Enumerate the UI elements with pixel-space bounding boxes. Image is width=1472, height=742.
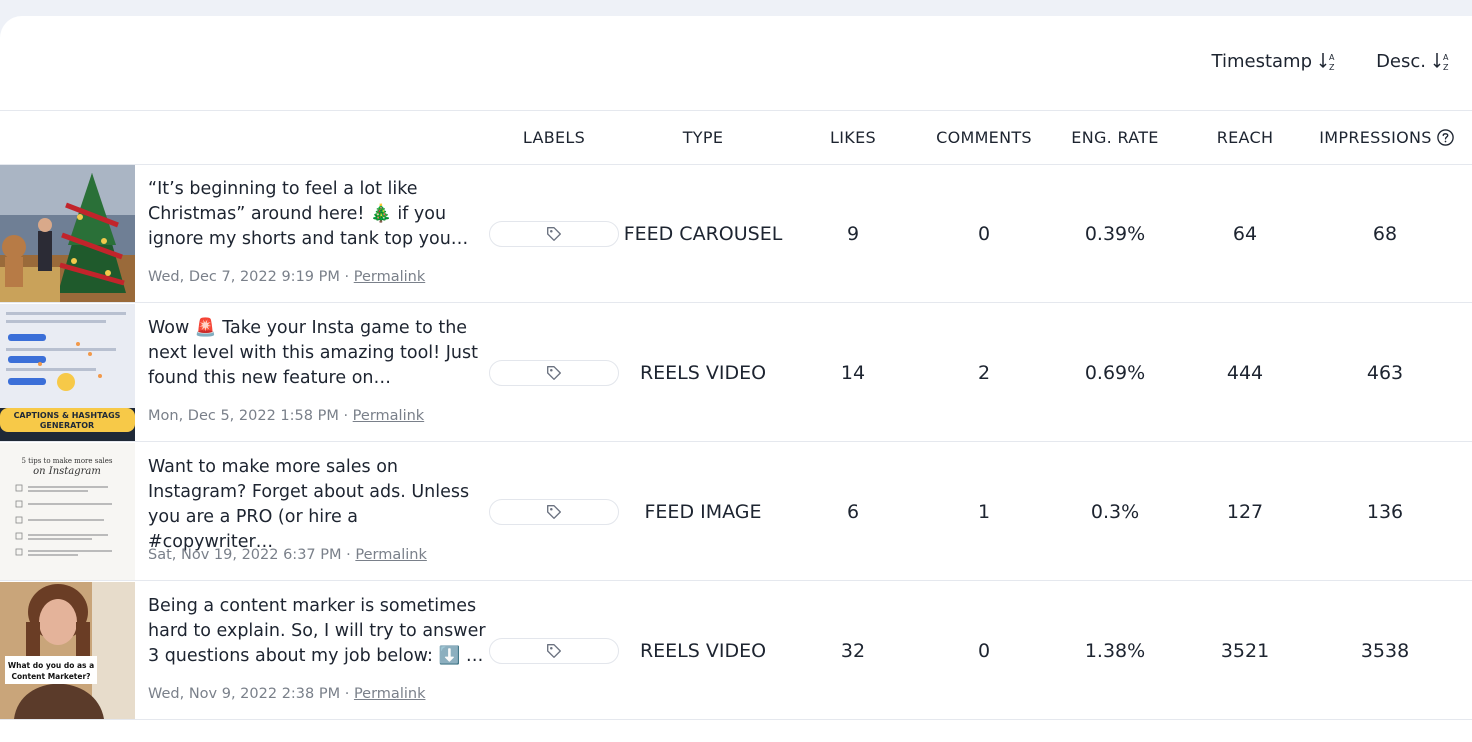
sort-az-icon: A Z <box>1319 53 1335 72</box>
sort-direction-label: Desc. <box>1376 50 1426 72</box>
post-impressions: 463 <box>1366 361 1404 384</box>
post-reach: 64 <box>1232 222 1258 245</box>
add-label-button[interactable] <box>489 638 619 664</box>
column-header-likes[interactable]: LIKES <box>800 110 906 164</box>
post-meta: Wed, Nov 9, 2022 2:38 PM · Permalink <box>148 686 425 702</box>
post-caption: “It’s beginning to feel a lot like Chris… <box>148 179 469 249</box>
post-reach: 127 <box>1226 500 1264 523</box>
post-eng-rate: 0.3% <box>1090 500 1140 523</box>
meta-separator: · <box>340 686 354 702</box>
table-header: LABELS TYPE LIKES COMMENTS ENG. RATE REA… <box>0 110 1472 164</box>
post-thumbnail[interactable]: CAPTIONS & HASHTAGS GENERATOR <box>0 304 135 441</box>
post-likes: 32 <box>840 639 866 662</box>
post-thumbnail[interactable]: What do you do as a Content Marketer? <box>0 582 135 719</box>
post-caption: Want to make more sales on Instagram? Fo… <box>148 457 470 552</box>
column-header-type[interactable]: TYPE <box>620 110 786 164</box>
posts-table-card: Timestamp A Z Desc. A Z LABELS TYPE LIKE… <box>0 16 1472 742</box>
post-thumbnail-image: 5 tips to make more sales on Instagram <box>0 443 135 580</box>
post-likes: 9 <box>846 222 860 245</box>
tag-icon <box>547 227 561 241</box>
post-thumbnail-image: CAPTIONS & HASHTAGS GENERATOR <box>0 304 135 441</box>
permalink-link[interactable]: Permalink <box>354 269 426 285</box>
sort-by-label: Timestamp <box>1211 50 1312 72</box>
add-label-button[interactable] <box>489 360 619 386</box>
post-meta: Sat, Nov 19, 2022 6:37 PM · Permalink <box>148 547 427 563</box>
sort-az-icon: A Z <box>1433 53 1449 72</box>
post-comments: 0 <box>977 222 991 245</box>
thumbnail-text: Content Marketer? <box>11 672 90 681</box>
post-thumbnail[interactable] <box>0 165 135 302</box>
svg-text:Z: Z <box>1329 63 1335 72</box>
post-impressions: 3538 <box>1360 639 1410 662</box>
post-thumbnail-image <box>0 165 135 302</box>
tag-icon <box>547 505 561 519</box>
post-type: FEED CAROUSEL <box>623 222 783 245</box>
column-header-eng-rate[interactable]: ENG. RATE <box>1060 110 1170 164</box>
post-eng-rate: 1.38% <box>1084 639 1146 662</box>
column-header-impressions-label: IMPRESSIONS <box>1319 127 1432 147</box>
post-comments: 0 <box>977 639 991 662</box>
sort-direction-button[interactable]: Desc. A Z <box>1376 50 1454 73</box>
meta-separator: · <box>339 269 354 285</box>
thumbnail-text: GENERATOR <box>40 421 94 430</box>
post-likes: 6 <box>846 500 860 523</box>
post-eng-rate: 0.39% <box>1084 222 1146 245</box>
add-label-button[interactable] <box>489 499 619 525</box>
thumbnail-text: CAPTIONS & HASHTAGS <box>14 411 121 420</box>
thumbnail-text: 5 tips to make more sales <box>21 457 112 465</box>
post-reach: 3521 <box>1220 639 1270 662</box>
post-likes: 14 <box>840 361 866 384</box>
table-row[interactable]: What do you do as a Content Marketer? Be… <box>0 582 1472 720</box>
post-thumbnail-image: What do you do as a Content Marketer? <box>0 582 135 719</box>
column-header-reach[interactable]: REACH <box>1190 110 1300 164</box>
post-date: Wed, Dec 7, 2022 9:19 PM <box>148 269 340 285</box>
post-type: FEED IMAGE <box>644 500 762 523</box>
column-header-labels[interactable]: LABELS <box>489 110 619 164</box>
question-circle-icon[interactable] <box>1436 128 1455 147</box>
meta-separator: · <box>338 408 353 424</box>
table-row[interactable]: “It’s beginning to feel a lot like Chris… <box>0 165 1472 303</box>
post-eng-rate: 0.69% <box>1084 361 1146 384</box>
permalink-link[interactable]: Permalink <box>353 408 425 424</box>
table-row[interactable]: CAPTIONS & HASHTAGS GENERATOR Wow 🚨 Take… <box>0 304 1472 442</box>
tag-icon <box>547 366 561 380</box>
post-date: Wed, Nov 9, 2022 2:38 PM <box>148 686 341 702</box>
svg-text:Z: Z <box>1443 63 1449 72</box>
post-comments: 2 <box>977 361 991 384</box>
post-caption: Being a content marker is sometimes hard… <box>148 596 486 666</box>
post-meta: Wed, Dec 7, 2022 9:19 PM · Permalink <box>148 269 425 285</box>
column-header-impressions[interactable]: IMPRESSIONS <box>1312 110 1462 164</box>
post-date: Mon, Dec 5, 2022 1:58 PM <box>148 408 339 424</box>
post-impressions: 136 <box>1366 500 1404 523</box>
post-comments: 1 <box>977 500 991 523</box>
post-caption: Wow 🚨 Take your Insta game to the next l… <box>148 318 478 388</box>
post-date: Sat, Nov 19, 2022 6:37 PM <box>148 547 342 563</box>
post-reach: 444 <box>1226 361 1264 384</box>
thumbnail-text: on Instagram <box>33 466 101 477</box>
post-type: REELS VIDEO <box>639 361 767 384</box>
column-header-comments[interactable]: COMMENTS <box>925 110 1043 164</box>
thumbnail-text: What do you do as a <box>8 661 94 670</box>
meta-separator: · <box>341 547 356 563</box>
post-impressions: 68 <box>1372 222 1398 245</box>
svg-text:A: A <box>1443 53 1449 62</box>
svg-text:A: A <box>1329 53 1335 62</box>
sort-by-timestamp-button[interactable]: Timestamp A Z <box>1211 50 1340 73</box>
post-type: REELS VIDEO <box>639 639 767 662</box>
post-thumbnail[interactable]: 5 tips to make more sales on Instagram <box>0 443 135 580</box>
post-meta: Mon, Dec 5, 2022 1:58 PM · Permalink <box>148 408 424 424</box>
add-label-button[interactable] <box>489 221 619 247</box>
tag-icon <box>547 644 561 658</box>
permalink-link[interactable]: Permalink <box>354 686 426 702</box>
table-row[interactable]: 5 tips to make more sales on Instagram W… <box>0 443 1472 581</box>
sort-bar: Timestamp A Z Desc. A Z <box>0 16 1472 110</box>
permalink-link[interactable]: Permalink <box>355 547 427 563</box>
